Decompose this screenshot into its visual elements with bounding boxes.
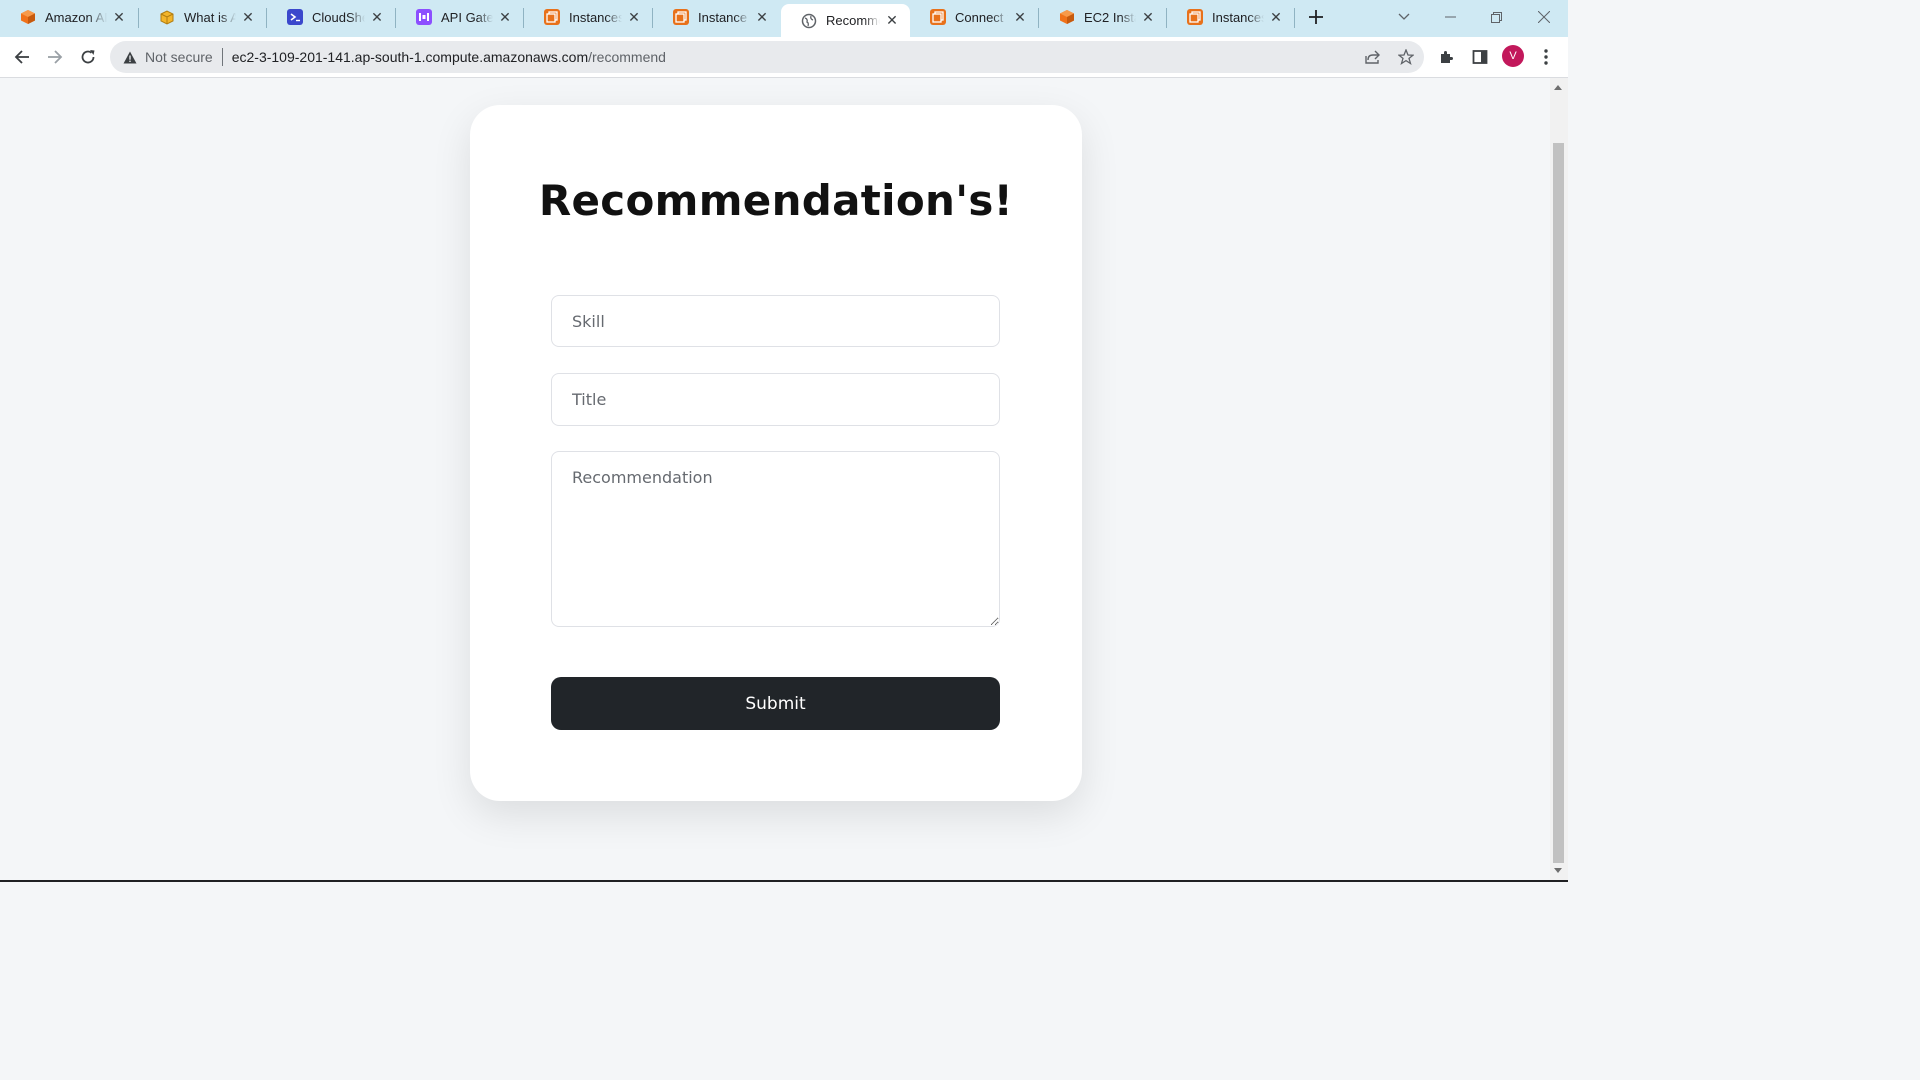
close-icon[interactable]: ✕ [240,9,256,25]
minimize-button[interactable] [1427,0,1473,34]
scrollbar-thumb[interactable] [1553,143,1564,863]
aws-cube-icon [20,9,36,25]
tab-ec2-instance-connect[interactable]: EC2 Instance Connect ✕ [1039,0,1166,34]
close-icon[interactable]: ✕ [626,9,642,25]
close-icon[interactable]: ✕ [1140,9,1156,25]
window-bottom-edge [0,880,1568,882]
scroll-down-arrow-icon[interactable] [1554,868,1562,873]
tab-amazon-api[interactable]: Amazon API Gateway ✕ [0,0,137,34]
close-icon[interactable]: ✕ [497,9,513,25]
scroll-up-arrow-icon[interactable] [1554,85,1562,90]
profile-avatar[interactable]: V [1502,45,1524,67]
title-input[interactable] [551,373,1000,426]
close-window-button[interactable] [1521,0,1567,34]
divider [221,48,223,66]
bookmark-star-icon[interactable] [1394,45,1418,69]
reload-button[interactable] [74,43,102,71]
close-icon[interactable]: ✕ [884,12,900,29]
cloudshell-icon [287,9,303,25]
aws-box-icon [159,9,175,25]
browser-toolbar: Not secure ec2-3-109-201-141.ap-south-1.… [0,37,1568,78]
side-panel-icon[interactable] [1466,43,1494,71]
tab-cloudshell[interactable]: CloudShell ✕ [267,0,395,34]
ec2-icon [1187,9,1203,25]
vertical-scrollbar[interactable] [1550,78,1568,880]
back-button[interactable] [8,43,36,71]
tab-search-chevron-icon[interactable] [1381,0,1427,34]
restore-button[interactable] [1473,0,1519,34]
recommendation-textarea[interactable] [551,451,1000,627]
new-tab-button[interactable] [1304,5,1328,29]
extensions-puzzle-icon[interactable] [1433,43,1461,71]
aws-cube-icon [1059,9,1075,25]
url-text[interactable]: ec2-3-109-201-141.ap-south-1.compute.ama… [232,49,666,65]
ec2-icon [930,9,946,25]
security-label[interactable]: Not secure [145,49,213,65]
tab-instance-details[interactable]: Instance details ✕ [653,0,780,34]
close-icon[interactable]: ✕ [754,9,770,25]
share-icon[interactable] [1361,45,1385,69]
globe-icon [801,13,817,29]
forward-button[interactable] [41,43,69,71]
recommendation-form-card: Recommendation's! Submit [470,105,1082,801]
close-icon[interactable]: ✕ [1012,9,1028,25]
page-viewport: Recommendation's! Submit [0,78,1550,880]
address-bar[interactable]: Not secure ec2-3-109-201-141.ap-south-1.… [110,41,1424,73]
skill-input[interactable] [551,295,1000,347]
tab-connect[interactable]: Connect to instance ✕ [910,0,1038,34]
ec2-icon [544,9,560,25]
tab-what-is-api[interactable]: What is Amazon API Gateway ✕ [139,0,266,34]
close-icon[interactable]: ✕ [369,9,385,25]
ec2-icon [673,9,689,25]
close-icon[interactable]: ✕ [111,9,127,25]
tab-api-gateway[interactable]: API Gateway ✕ [396,0,523,34]
warning-icon[interactable] [122,49,138,65]
tab-instances[interactable]: Instances | EC2 ✕ [524,0,652,34]
tab-recommendation[interactable]: Recommendation ✕ [781,4,910,37]
submit-button[interactable]: Submit [551,677,1000,730]
tab-strip: Amazon API Gateway ✕ What is Amazon API … [0,0,1568,37]
tab-instances-2[interactable]: Instances | EC2 ✕ [1167,0,1294,34]
close-icon[interactable]: ✕ [1268,9,1284,25]
api-gateway-icon [416,9,432,25]
menu-kebab-icon[interactable] [1532,43,1560,71]
page-title: Recommendation's! [538,176,1014,225]
